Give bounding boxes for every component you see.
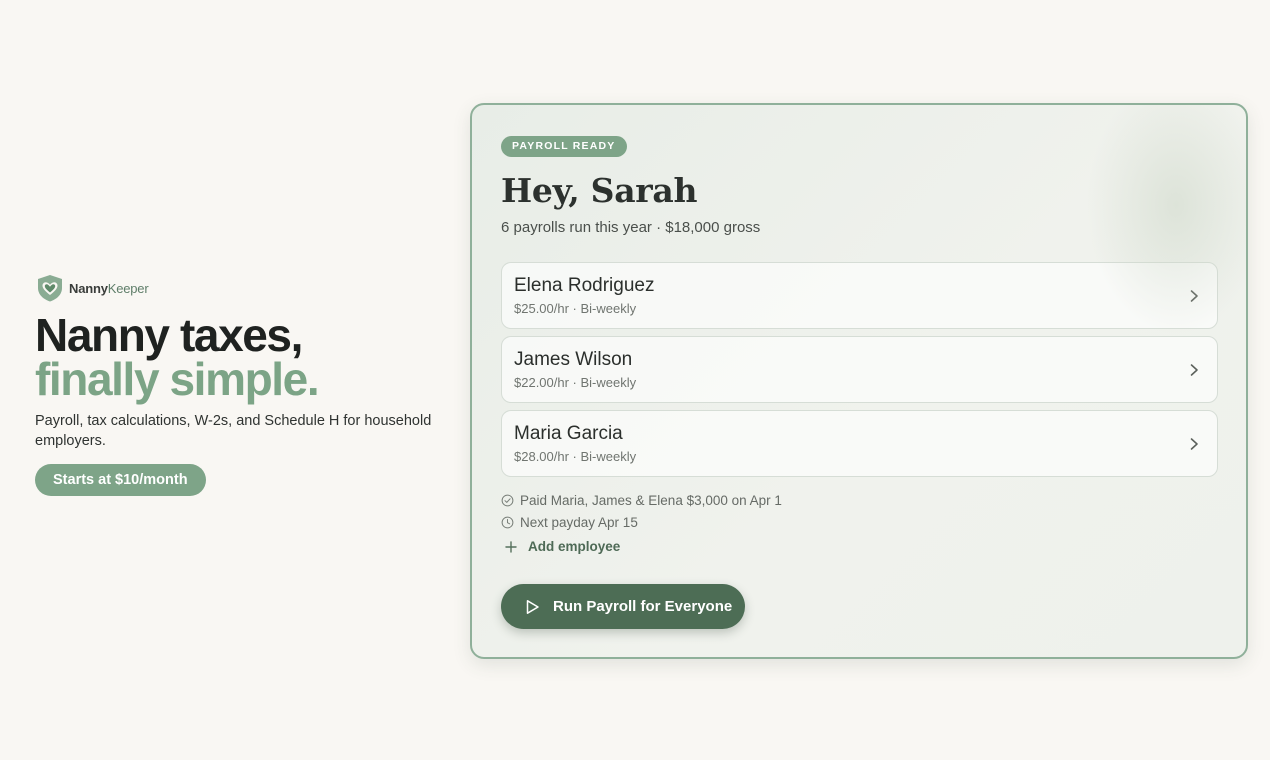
payroll-summary: 6 payrolls run this year · $18,000 gross xyxy=(501,219,761,236)
employee-list: Elena Rodriguez $25.00/hr · Bi-weekly Ja… xyxy=(501,262,1218,484)
check-circle-icon xyxy=(501,494,514,506)
activity-paid: Paid Maria, James & Elena $3,000 on Apr … xyxy=(501,489,782,511)
activity-next-payday: Next payday Apr 15 xyxy=(501,511,782,533)
employee-name: Elena Rodriguez xyxy=(514,275,655,296)
activity-next-payday-text: Next payday Apr 15 xyxy=(520,514,638,530)
hero-headline: Nanny taxes, finally simple. xyxy=(35,312,445,405)
activity-feed: Paid Maria, James & Elena $3,000 on Apr … xyxy=(501,489,782,533)
status-badge: PAYROLL READY xyxy=(501,136,627,157)
brand-name: NannyKeeper xyxy=(69,280,149,296)
employee-name: James Wilson xyxy=(514,349,633,370)
employee-row-james-wilson[interactable]: James Wilson $22.00/hr · Bi-weekly xyxy=(501,336,1218,403)
hero-section: NannyKeeper Nanny taxes, finally simple.… xyxy=(35,273,445,496)
employee-rate: $22.00/hr · Bi-weekly xyxy=(514,375,637,390)
chevron-right-icon xyxy=(1190,364,1198,376)
hero-subtext: Payroll, tax calculations, W-2s, and Sch… xyxy=(35,413,432,449)
plus-icon xyxy=(505,540,517,553)
pricing-cta-button[interactable]: Starts at $10/month xyxy=(35,464,206,496)
play-icon xyxy=(526,599,539,614)
run-payroll-label: Run Payroll for Everyone xyxy=(553,598,733,615)
activity-paid-text: Paid Maria, James & Elena $3,000 on Apr … xyxy=(520,492,782,508)
brand-name-part2: Keeper xyxy=(107,280,149,296)
add-employee-label: Add employee xyxy=(528,539,621,554)
brand-logo-link[interactable]: NannyKeeper xyxy=(35,273,445,303)
employee-rate: $28.00/hr · Bi-weekly xyxy=(514,449,637,464)
chevron-right-icon xyxy=(1190,290,1198,302)
headline-line2: finally simple. xyxy=(35,353,320,405)
employee-rate: $25.00/hr · Bi-weekly xyxy=(514,301,637,316)
employee-row-elena-rodriguez[interactable]: Elena Rodriguez $25.00/hr · Bi-weekly xyxy=(501,262,1218,329)
chevron-right-icon xyxy=(1190,438,1198,450)
add-employee-button[interactable]: Add employee xyxy=(505,539,620,554)
brand-name-part1: Nanny xyxy=(69,280,108,296)
run-payroll-button[interactable]: Run Payroll for Everyone xyxy=(501,584,745,629)
heart-shield-icon xyxy=(38,275,62,302)
employee-row-maria-garcia[interactable]: Maria Garcia $28.00/hr · Bi-weekly xyxy=(501,410,1218,477)
employee-name: Maria Garcia xyxy=(514,423,623,444)
greeting-title: Hey, Sarah xyxy=(501,171,698,210)
clock-icon xyxy=(501,516,514,528)
payroll-card: PAYROLL READY Hey, Sarah 6 payrolls run … xyxy=(470,103,1248,659)
